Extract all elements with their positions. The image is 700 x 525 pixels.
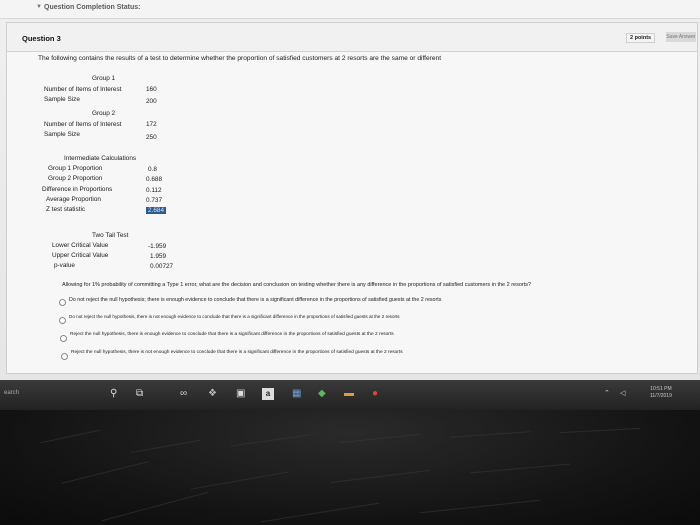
status-bar: ▼ Question Completion Status:	[0, 0, 700, 19]
test-value: -1.959	[148, 243, 167, 250]
chevron-up-icon[interactable]: ⌃	[604, 388, 610, 400]
points-badge: 2 points	[626, 33, 656, 43]
calc-value: 0.8	[148, 166, 157, 173]
task-view-icon[interactable]: ⧉	[136, 388, 143, 400]
amazon-icon[interactable]: a	[262, 388, 274, 400]
calc-label: Z test statistic	[46, 206, 86, 213]
chrome-icon[interactable]: ●	[372, 388, 378, 400]
intermediate-heading: Intermediate Calculations	[64, 155, 137, 162]
save-answer-button[interactable]: Save Answer	[666, 32, 696, 42]
taskbar-search[interactable]: earch	[4, 390, 19, 396]
key-gap	[260, 502, 380, 523]
test-label: Lower Critical Value	[52, 242, 109, 249]
calc-value: 0.688	[146, 176, 162, 183]
z-statistic-value: 2.684	[146, 207, 166, 214]
group1-heading: Group 1	[92, 75, 116, 82]
option-radio[interactable]	[61, 353, 68, 360]
dropbox-icon[interactable]: ❖	[208, 388, 217, 400]
key-gap	[330, 469, 430, 484]
question-prompt: The following contains the results of a …	[38, 55, 442, 62]
status-title: Question Completion Status:	[44, 4, 141, 11]
key-gap	[130, 439, 200, 454]
taskbar-clock[interactable]: 10:51 PM 11/7/2019	[650, 386, 672, 400]
test-value: 1.959	[150, 253, 166, 260]
option-label[interactable]: Do not reject the null hypothesis, there…	[69, 314, 400, 319]
key-gap	[40, 429, 100, 444]
group1-size-label: Sample Size	[44, 96, 80, 103]
option-label[interactable]: Reject the null hypothesis, there is eno…	[70, 332, 394, 337]
key-gap	[101, 491, 209, 522]
group2-items-label: Number of Items of Interest	[44, 121, 122, 128]
store-icon[interactable]: ▣	[236, 388, 245, 400]
option-label[interactable]: Reject the null hypothesis, there is not…	[71, 350, 403, 355]
group1-items-label: Number of Items of Interest	[44, 86, 122, 93]
calc-label: Average Proportion	[46, 196, 101, 203]
photos-icon[interactable]: ▦	[292, 388, 301, 400]
browser-screen: ▼ Question Completion Status: Question 3…	[0, 0, 700, 380]
test-label: Upper Critical Value	[52, 252, 109, 259]
option-label[interactable]: Do not reject the null hypothesis; there…	[69, 297, 441, 303]
test-label: p-value	[54, 262, 75, 269]
key-gap	[470, 463, 570, 474]
option-radio[interactable]	[60, 335, 67, 342]
group2-size-value: 250	[146, 134, 157, 141]
group1-size-value: 200	[146, 98, 157, 105]
key-gap	[450, 431, 530, 438]
key-gap	[190, 471, 290, 490]
infinity-icon[interactable]: ∞	[180, 388, 187, 400]
taskbar: earch ⚲ ⧉ ∞ ❖ ▣ a ▦ ◆ ▬ ● ⌃ ◁ 10:51 PM 1…	[0, 380, 700, 410]
speaker-icon[interactable]: ◁	[620, 388, 625, 400]
option-radio[interactable]	[59, 299, 66, 306]
calc-value: 0.112	[146, 187, 162, 194]
collapse-icon[interactable]: ▼	[36, 4, 42, 10]
key-gap	[61, 461, 149, 484]
calc-label: Group 2 Proportion	[48, 175, 103, 182]
calc-label: Difference in Proportions	[42, 186, 113, 193]
keyboard-area	[0, 410, 700, 525]
microphone-icon[interactable]: ⚲	[110, 388, 117, 400]
key-gap	[560, 427, 640, 434]
key-gap	[420, 499, 540, 514]
calc-value: 0.737	[146, 197, 162, 204]
calc-label: Group 1 Proportion	[48, 165, 103, 172]
question-title: Question 3	[22, 34, 61, 43]
group2-heading: Group 2	[92, 110, 116, 117]
two-tail-heading: Two Tail Test	[92, 232, 129, 239]
option-radio[interactable]	[59, 317, 66, 324]
group2-items-value: 172	[146, 121, 157, 128]
key-gap	[340, 433, 420, 444]
question-ask: Allowing for 1% probability of committin…	[62, 282, 532, 288]
folder-icon[interactable]: ▬	[344, 388, 354, 400]
group1-items-value: 160	[146, 86, 157, 93]
clock-time: 10:51 PM	[650, 386, 672, 392]
test-value: 0.00727	[150, 263, 174, 270]
group2-size-label: Sample Size	[44, 131, 80, 138]
key-gap	[230, 434, 310, 447]
clock-date: 11/7/2019	[650, 393, 672, 399]
question-header: Question 3	[7, 23, 697, 52]
game-icon[interactable]: ◆	[318, 388, 326, 400]
